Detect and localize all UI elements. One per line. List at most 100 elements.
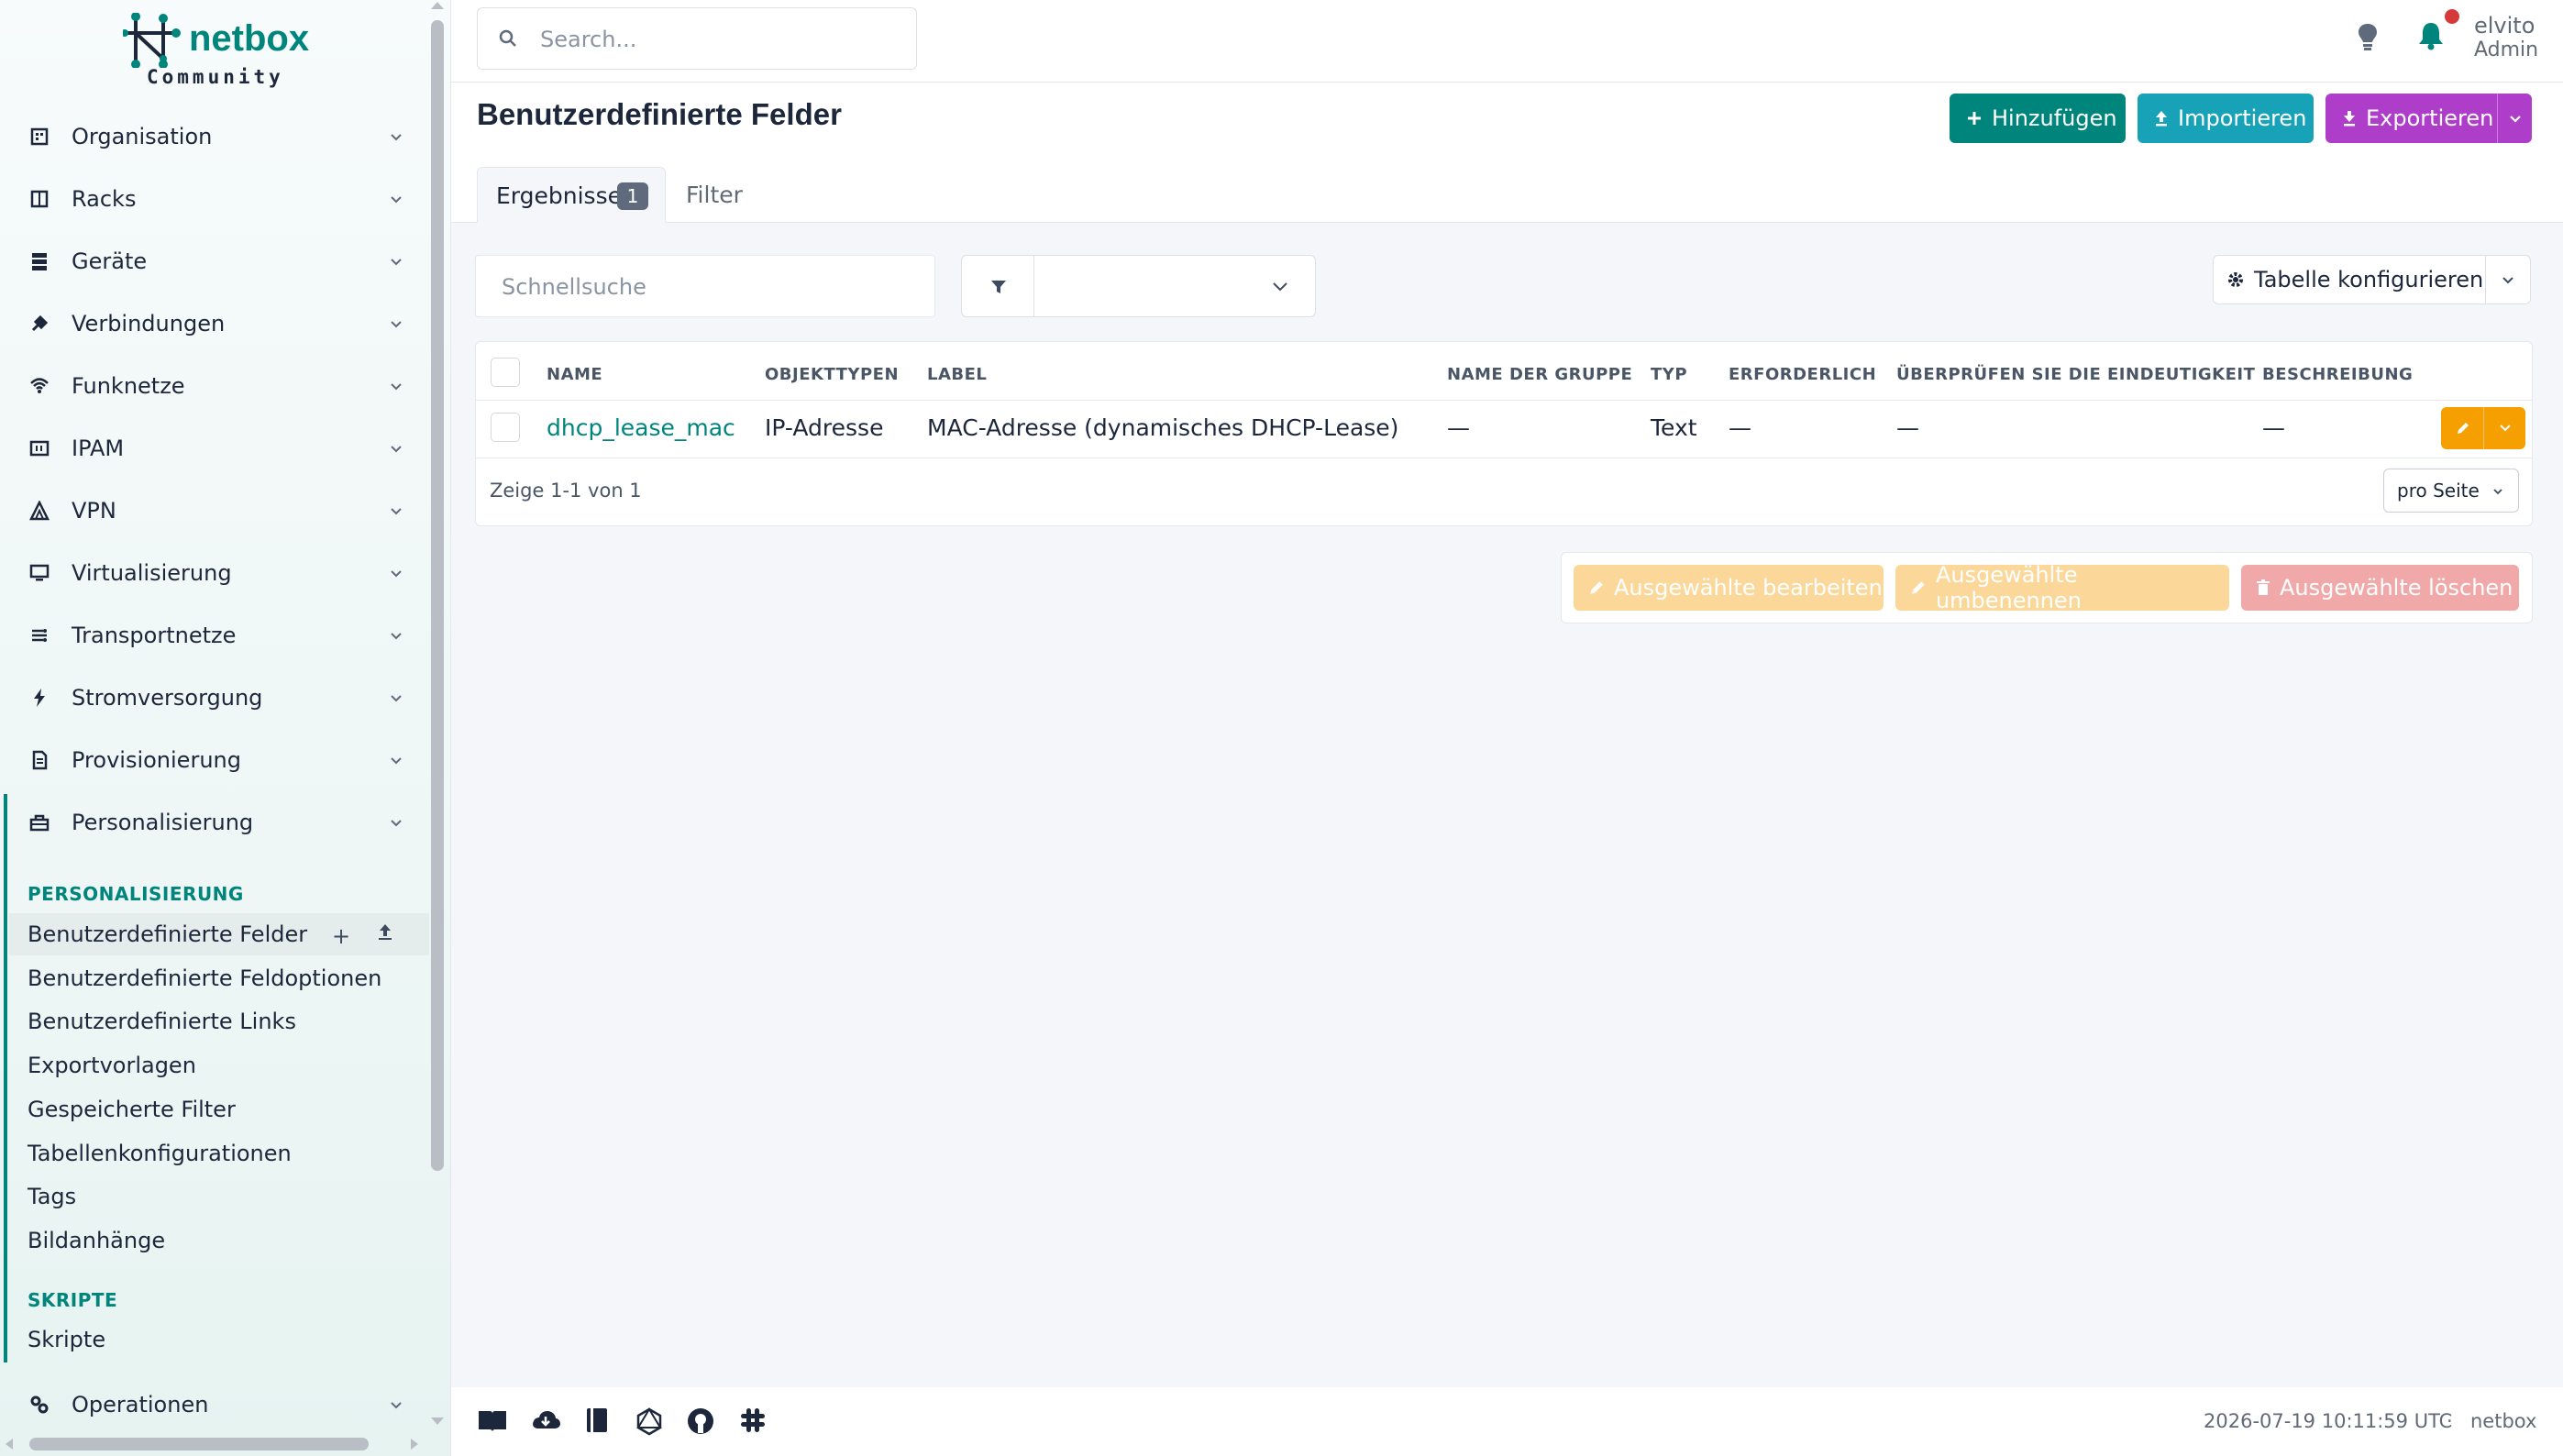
sidebar-subitem[interactable]: Benutzerdefinierte Felder bbox=[28, 921, 307, 947]
graphql-icon[interactable] bbox=[635, 1406, 664, 1436]
chevron-down-icon bbox=[391, 134, 402, 141]
sidebar-item-provisionierung[interactable]: Provisionierung bbox=[0, 729, 422, 791]
sidebar-item-racks[interactable]: Racks bbox=[0, 168, 422, 230]
sidebar-vertical-scrollbar[interactable] bbox=[431, 20, 444, 1171]
slack-icon[interactable] bbox=[739, 1406, 767, 1434]
sidebar-subitem[interactable]: Tabellenkonfigurationen bbox=[28, 1141, 292, 1166]
table-cell: IP-Adresse bbox=[765, 414, 884, 441]
column-header[interactable]: TYP bbox=[1651, 365, 1687, 384]
sidebar-subitem[interactable]: Benutzerdefinierte Links bbox=[28, 1009, 296, 1034]
chevron-down-icon bbox=[391, 820, 402, 827]
user-name[interactable]: elvito bbox=[2474, 13, 2535, 39]
lightbulb-icon[interactable] bbox=[2357, 22, 2379, 51]
sidebar-horizontal-scrollbar[interactable] bbox=[29, 1438, 369, 1450]
sidebar-item-label: Racks bbox=[72, 186, 137, 212]
chevron-down-icon bbox=[391, 508, 402, 515]
sidebar-item-organisation[interactable]: Organisation bbox=[0, 105, 422, 168]
brand-edition: Community bbox=[147, 66, 284, 88]
sidebar-subitem[interactable]: Exportvorlagen bbox=[28, 1053, 196, 1078]
rack-icon bbox=[28, 187, 51, 211]
monitor-icon bbox=[28, 561, 51, 585]
column-header[interactable]: OBJEKTTYPEN bbox=[765, 365, 899, 384]
trash-icon bbox=[2257, 579, 2270, 595]
bulk-edit-button[interactable]: Ausgewählte bearbeiten bbox=[1574, 565, 1884, 611]
column-header[interactable]: ERFORDERLICH bbox=[1729, 365, 1876, 384]
table-cell: — bbox=[1729, 414, 1751, 441]
saved-filter-button[interactable] bbox=[961, 255, 1034, 317]
export-button[interactable]: Exportieren bbox=[2325, 94, 2532, 143]
scroll-down-arrow-icon[interactable] bbox=[431, 1417, 444, 1425]
chevron-down-icon bbox=[391, 633, 402, 640]
quick-search-input[interactable]: Schnellsuche bbox=[475, 255, 935, 317]
sidebar-item-verbindungen[interactable]: Verbindungen bbox=[0, 292, 422, 355]
sidebar-item-geräte[interactable]: Geräte bbox=[0, 230, 422, 292]
section-title-skripte: SKRIPTE bbox=[28, 1289, 118, 1311]
sidebar-item-skripte[interactable]: Skripte bbox=[28, 1327, 105, 1352]
configure-table-button[interactable]: Tabelle konfigurieren bbox=[2213, 255, 2486, 304]
tab-results[interactable]: Ergebnisse 1 bbox=[477, 167, 666, 223]
bulk-delete-button[interactable]: Ausgewählte löschen bbox=[2241, 565, 2519, 611]
sidebar-subitem[interactable]: Benutzerdefinierte Feldoptionen bbox=[28, 965, 381, 991]
add-button[interactable]: Hinzufügen bbox=[1950, 94, 2126, 143]
scroll-right-arrow-icon[interactable] bbox=[411, 1439, 418, 1450]
column-header[interactable]: NAME bbox=[547, 365, 602, 384]
global-search[interactable]: Search... bbox=[477, 7, 917, 70]
file-document-icon bbox=[28, 748, 51, 772]
per-page-label: pro Seite bbox=[2397, 480, 2480, 502]
sidebar-item-label: Funknetze bbox=[72, 373, 185, 399]
chevron-down-icon bbox=[391, 196, 402, 204]
tab-filter[interactable]: Filter bbox=[686, 182, 743, 208]
sidebar-subitem[interactable]: Tags bbox=[28, 1184, 76, 1209]
docs-book-icon[interactable] bbox=[477, 1406, 508, 1434]
column-header[interactable]: ÜBERPRÜFEN SIE DIE EINDEUTIGKEIT bbox=[1896, 365, 2255, 384]
sidebar-item-vpn[interactable]: VPN bbox=[0, 480, 422, 542]
export-button-label: Exportieren bbox=[2366, 105, 2494, 131]
cogs-icon bbox=[28, 1393, 51, 1417]
sidebar-item-funknetze[interactable]: Funknetze bbox=[0, 355, 422, 417]
configure-table-dropdown[interactable] bbox=[2485, 255, 2531, 304]
import-button[interactable]: Importieren bbox=[2138, 94, 2314, 143]
bulk-edit-label: Ausgewählte bearbeiten bbox=[1614, 575, 1883, 601]
server-icon bbox=[28, 249, 51, 273]
notification-bell-icon[interactable] bbox=[2415, 20, 2447, 51]
bulk-rename-label: Ausgewählte umbenennen bbox=[1935, 562, 2082, 613]
chevron-down-icon bbox=[2509, 116, 2521, 123]
scroll-left-arrow-icon[interactable] bbox=[6, 1439, 13, 1450]
scroll-up-arrow-icon[interactable] bbox=[431, 2, 444, 9]
table-cell: — bbox=[1447, 414, 1470, 441]
pencil-icon bbox=[1590, 581, 1603, 594]
bulk-rename-button[interactable]: Ausgewählte umbenennen bbox=[1895, 562, 2229, 613]
book-icon[interactable] bbox=[585, 1406, 609, 1434]
github-icon[interactable] bbox=[686, 1406, 715, 1436]
sidebar-item-operationen[interactable]: Operationen bbox=[0, 1373, 422, 1436]
sidebar-item-ipam[interactable]: IPAM bbox=[0, 417, 422, 480]
row-checkbox[interactable] bbox=[491, 413, 520, 442]
per-page-select[interactable]: pro Seite bbox=[2383, 469, 2519, 513]
flash-icon bbox=[28, 686, 51, 710]
export-dropdown-toggle[interactable] bbox=[2497, 94, 2532, 143]
column-header[interactable]: BESCHREIBUNG bbox=[2262, 365, 2413, 384]
saved-filter-select[interactable] bbox=[1033, 255, 1316, 317]
sidebar-item-personalisierung[interactable]: Personalisierung bbox=[0, 791, 422, 854]
notification-badge bbox=[2445, 9, 2459, 24]
sidebar-item-transportnetze[interactable]: Transportnetze bbox=[0, 604, 422, 667]
select-all-checkbox[interactable] bbox=[491, 358, 520, 387]
import-custom-field-shortcut-icon[interactable] bbox=[376, 921, 394, 942]
column-header[interactable]: LABEL bbox=[927, 365, 987, 384]
wifi-icon bbox=[28, 374, 51, 398]
sidebar-item-label: Operationen bbox=[72, 1392, 209, 1417]
row-edit-button[interactable] bbox=[2441, 407, 2525, 449]
active-section-bar bbox=[4, 794, 7, 1362]
sidebar-item-virtualisierung[interactable]: Virtualisierung bbox=[0, 542, 422, 604]
column-header[interactable]: NAME DER GRUPPE bbox=[1447, 365, 1632, 384]
add-custom-field-shortcut-icon[interactable]: + bbox=[332, 923, 350, 949]
chevron-down-icon[interactable] bbox=[2499, 423, 2512, 434]
sidebar-subitem[interactable]: Bildanhänge bbox=[28, 1228, 165, 1253]
cloud-download-icon[interactable] bbox=[530, 1406, 561, 1434]
sidebar-subitem[interactable]: Gespeicherte Filter bbox=[28, 1097, 236, 1122]
netbox-logo[interactable]: netbox Community bbox=[123, 13, 325, 92]
search-input[interactable]: Search... bbox=[540, 27, 636, 52]
custom-field-name-link[interactable]: dhcp_lease_mac bbox=[547, 414, 735, 441]
sidebar-item-stromversorgung[interactable]: Stromversorgung bbox=[0, 667, 422, 729]
sidebar-item-label: Virtualisierung bbox=[72, 560, 232, 586]
